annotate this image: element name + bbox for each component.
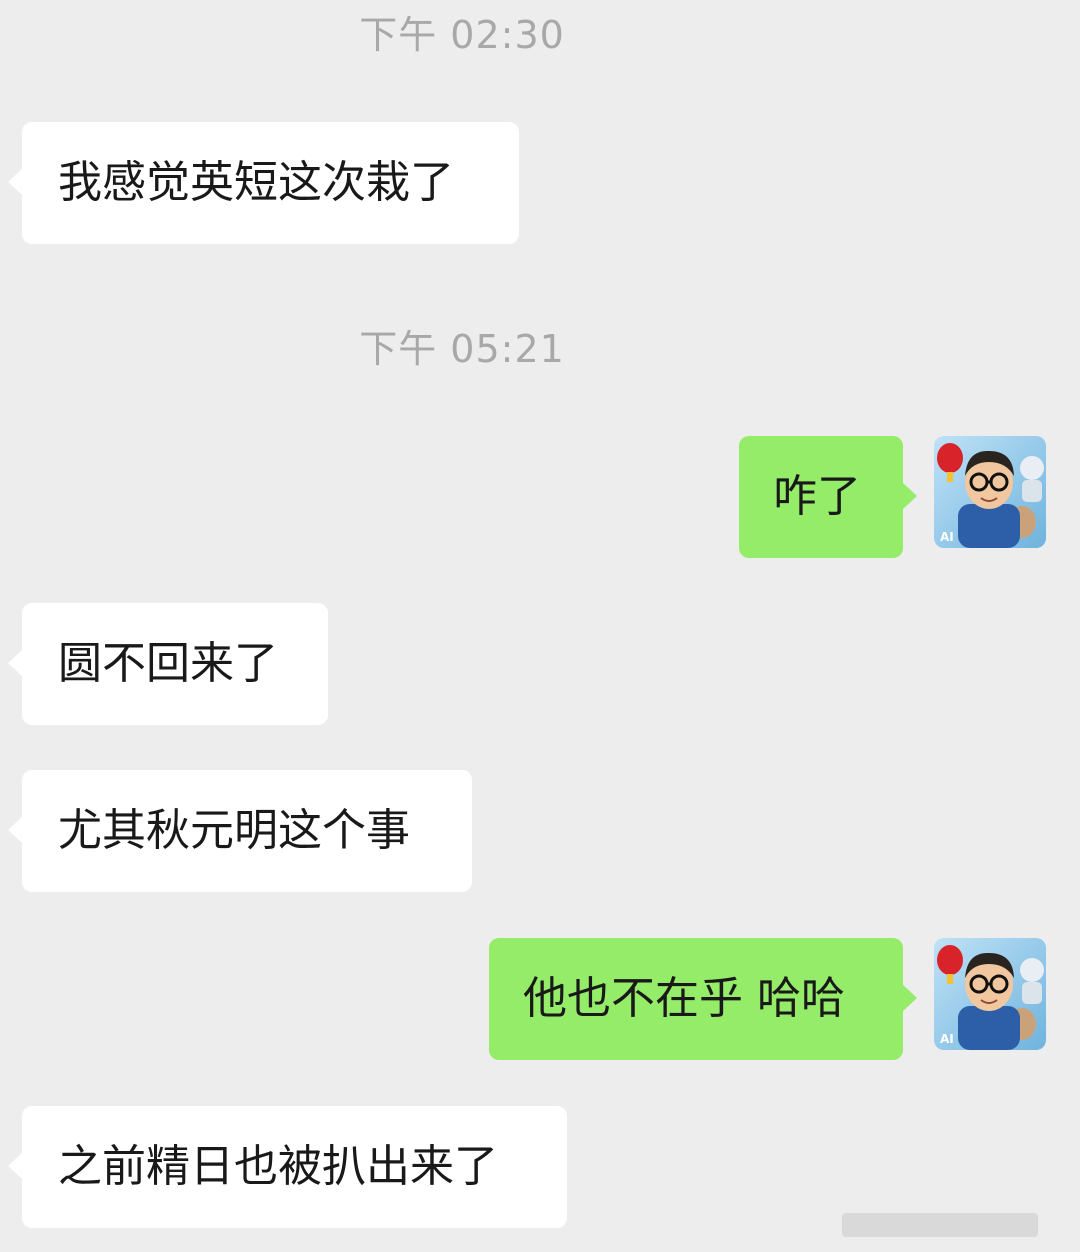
user-avatar-icon[interactable]: AI <box>934 938 1046 1050</box>
message-bubble-incoming[interactable]: 我感觉英短这次栽了 <box>8 122 519 244</box>
message-bubble-incoming[interactable]: 圆不回来了 <box>8 603 328 725</box>
avatar-badge: AI <box>940 1032 954 1046</box>
message-bubble-outgoing[interactable]: 咋了 <box>739 436 917 558</box>
message-bubble-incoming[interactable]: 之前精日也被扒出来了 <box>8 1106 567 1228</box>
timestamp: 下午 05:21 <box>359 327 565 371</box>
message-bubble-incoming[interactable]: 尤其秋元明这个事 <box>8 770 472 892</box>
message-bubble-outgoing[interactable]: 他也不在乎 哈哈 <box>489 938 917 1060</box>
user-avatar-icon[interactable]: AI <box>934 436 1046 548</box>
timestamp: 下午 02:30 <box>359 13 565 57</box>
avatar-badge: AI <box>940 530 954 544</box>
scrollbar[interactable] <box>842 1213 1038 1237</box>
